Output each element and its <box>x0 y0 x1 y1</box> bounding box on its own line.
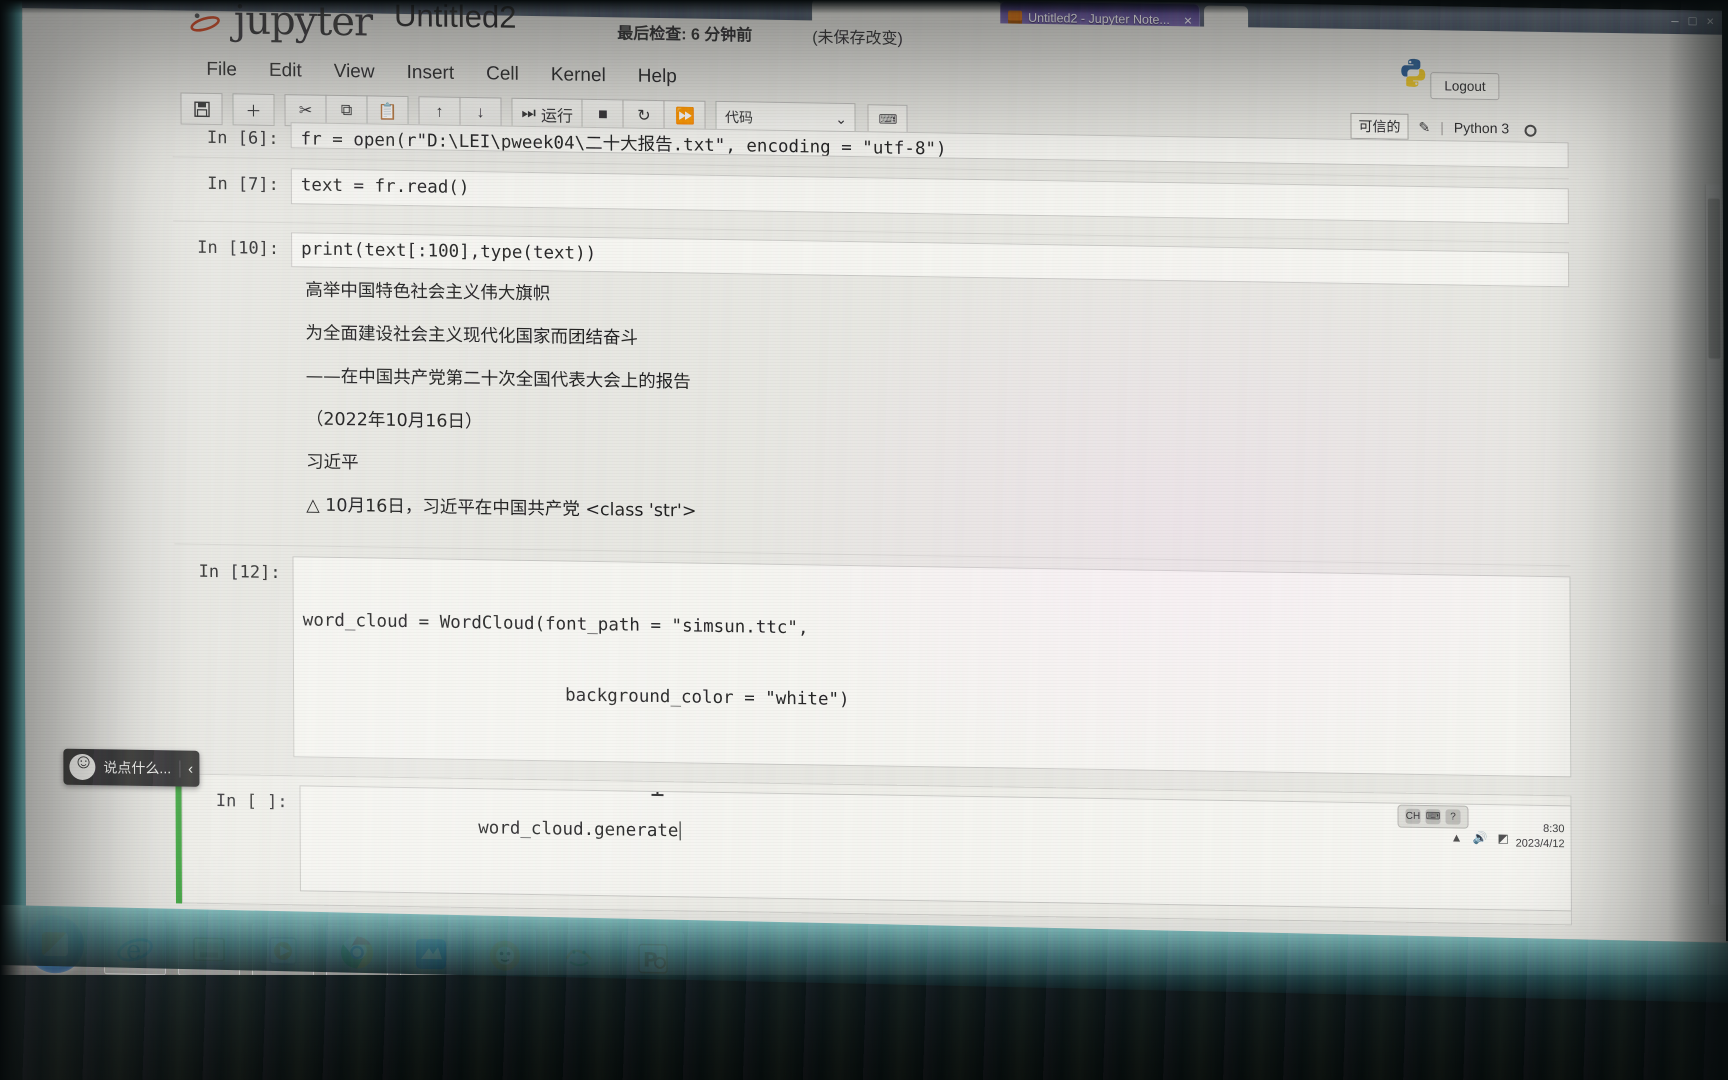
menu-item-insert[interactable]: Insert <box>391 56 471 91</box>
status-separator: | <box>1440 119 1444 136</box>
cell-prompt: In [7]: <box>207 173 279 196</box>
notebook-cell[interactable]: In [12]: word_cloud = WordCloud(font_pat… <box>174 554 1572 777</box>
command-palette-button[interactable]: ⌨ <box>867 104 909 135</box>
menu-item-view[interactable]: View <box>318 55 391 90</box>
cell-type-value: 代码 <box>724 109 753 126</box>
trusted-badge: 可信的 <box>1350 112 1409 140</box>
chat-widget[interactable]: 说点什么... ‹ <box>63 748 200 787</box>
tray-item-help[interactable]: ? <box>1445 809 1461 825</box>
right-shadow <box>1668 0 1728 1080</box>
cell-input[interactable]: word_cloud = WordCloud(font_path = "sims… <box>292 555 1572 777</box>
kernel-status-bar: 可信的 ✎ | Python 3 <box>1350 112 1537 142</box>
speaker-icon[interactable]: 🔊 <box>1472 831 1487 845</box>
cell-prompt: In [ ]: <box>215 790 288 812</box>
cell-output: 高举中国特色社会主义伟大旗帜 为全面建设社会主义现代化国家而团结奋斗 ——在中国… <box>173 266 1570 549</box>
cell-input-text: word_cloud.generate <box>478 818 679 842</box>
cell-input-line: background_color = "white") <box>565 685 850 710</box>
output-prompt-spacer <box>173 266 292 529</box>
monitor-screen: Untitled2 - Jupyter Note... × – □ × ⌂ ★ … <box>22 0 1727 961</box>
tray-item-keyboard[interactable]: ⌨ <box>1425 809 1441 825</box>
save-icon <box>193 101 210 117</box>
jupyter-notebook-page: jupyter Untitled2 最后检查: 6 分钟前 (未保存改变) Lo… <box>22 0 1727 961</box>
chevron-down-icon: ⌄ <box>835 110 847 127</box>
monitor-photograph: Untitled2 - Jupyter Note... × – □ × ⌂ ★ … <box>0 0 1728 1080</box>
cell-input[interactable]: text = fr.read() <box>290 168 1569 224</box>
chevron-left-icon[interactable]: ‹ <box>179 759 194 778</box>
run-label: 运行 <box>540 108 573 126</box>
unsaved-changes-indicator: (未保存改变) <box>812 29 903 48</box>
tray-item-ime[interactable]: CH <box>1405 808 1421 824</box>
kernel-idle-icon <box>1524 124 1537 137</box>
cell-prompt: In [12]: <box>198 561 281 583</box>
clock-time: 8:30 <box>1543 822 1565 836</box>
menubar: File Edit View Insert Cell Kernel Help <box>190 53 693 95</box>
left-shadow <box>0 0 22 1080</box>
taskbar-clock[interactable]: 8:30 2023/4/12 <box>1516 821 1565 851</box>
mouse-ibeam-cursor <box>656 784 659 796</box>
top-shadow <box>0 0 1728 14</box>
network-icon[interactable]: ◩ <box>1497 831 1508 845</box>
cell-input-active[interactable]: word_cloud.generate <box>299 784 1572 912</box>
cell-prompt: In [6]: <box>206 127 279 150</box>
logout-button[interactable]: Logout <box>1430 72 1500 101</box>
system-tray[interactable]: CH ⌨ ? <box>1397 804 1469 829</box>
menu-item-kernel[interactable]: Kernel <box>535 58 622 93</box>
tray-secondary: ▲ 🔊 ◩ <box>1451 830 1509 845</box>
run-icon: ⏭ <box>521 104 536 123</box>
checkpoint-status: 最后检查: 6 分钟前 <box>617 25 753 45</box>
notebook-cell-selected[interactable]: In [ ]: word_cloud.generate <box>175 772 1572 926</box>
chat-input-placeholder[interactable]: 说点什么... <box>103 757 171 778</box>
notebook-cell-list: In [6]: fr = open(r"D:\LEI\pweek04\二十大报告… <box>172 122 1572 926</box>
edit-mode-icon: ✎ <box>1418 118 1431 135</box>
text-cursor <box>679 821 681 841</box>
menu-item-cell[interactable]: Cell <box>470 57 535 92</box>
python-logo-icon <box>1398 58 1428 88</box>
menu-item-file[interactable]: File <box>190 53 253 88</box>
show-hidden-icons-icon[interactable]: ▲ <box>1451 830 1463 844</box>
kernel-name[interactable]: Python 3 <box>1454 119 1509 136</box>
menu-item-edit[interactable]: Edit <box>253 54 318 89</box>
smiley-icon <box>69 753 96 781</box>
menu-item-help[interactable]: Help <box>622 59 693 94</box>
clock-date: 2023/4/12 <box>1515 837 1565 851</box>
cell-prompt: In [10]: <box>197 237 280 259</box>
cell-input-line: word_cloud = WordCloud(font_path = "sims… <box>302 610 809 639</box>
